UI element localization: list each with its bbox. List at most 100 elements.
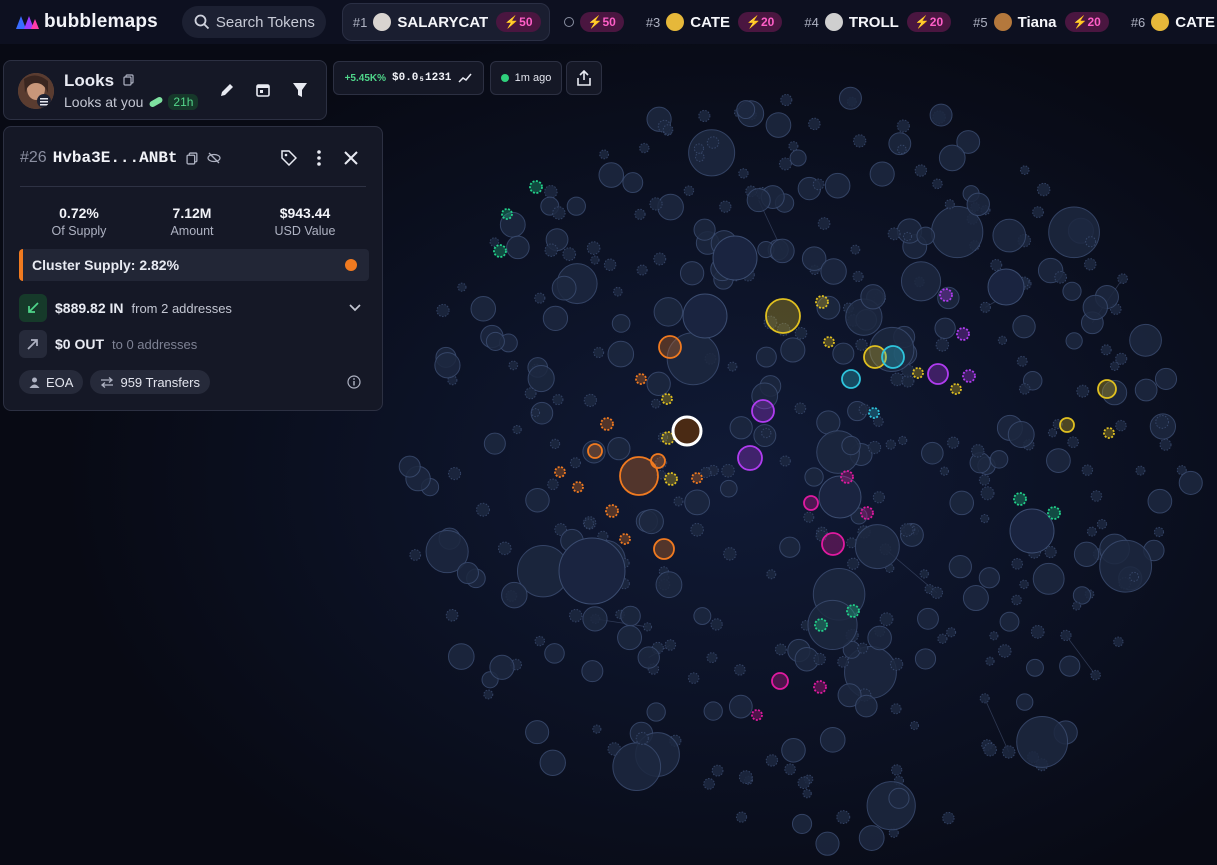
holder-bubble[interactable]	[456, 561, 479, 585]
holder-bubble[interactable]	[1115, 352, 1128, 365]
holder-bubble[interactable]	[1100, 344, 1112, 356]
cluster-bubble[interactable]	[860, 506, 874, 520]
holder-bubble[interactable]	[978, 567, 1000, 589]
holder-bubble[interactable]	[1007, 421, 1035, 448]
holder-bubble[interactable]	[949, 490, 975, 516]
holder-bubble[interactable]	[779, 536, 801, 558]
cluster-bubble[interactable]	[950, 383, 962, 395]
holder-bubble[interactable]	[687, 672, 700, 684]
holder-bubble[interactable]	[531, 408, 541, 418]
holder-bubble[interactable]	[501, 581, 528, 609]
holder-bubble[interactable]	[1115, 419, 1127, 432]
holder-bubble[interactable]	[841, 435, 861, 456]
holder-bubble[interactable]	[774, 643, 787, 656]
holder-bubble[interactable]	[721, 463, 735, 478]
holder-bubble[interactable]	[738, 168, 749, 179]
holder-bubble[interactable]	[603, 258, 617, 271]
holder-bubble[interactable]	[729, 416, 753, 440]
holder-bubble[interactable]	[1016, 716, 1069, 768]
holder-bubble[interactable]	[1065, 332, 1083, 350]
holder-bubble[interactable]	[890, 372, 904, 387]
holder-bubble[interactable]	[1059, 655, 1081, 677]
holder-bubble[interactable]	[900, 261, 942, 302]
selected-wallet-bubble[interactable]	[671, 415, 703, 447]
holder-bubble[interactable]	[794, 326, 808, 340]
holder-bubble[interactable]	[1019, 579, 1029, 590]
holder-bubble[interactable]	[797, 776, 811, 790]
cluster-bubble[interactable]	[765, 298, 801, 334]
holder-bubble[interactable]	[558, 537, 626, 605]
holder-bubble[interactable]	[544, 243, 559, 257]
holder-bubble[interactable]	[1084, 258, 1097, 271]
holder-bubble[interactable]	[765, 112, 792, 138]
cluster-bubble[interactable]	[813, 680, 827, 694]
cluster-bubble[interactable]	[927, 363, 949, 385]
cluster-bubble[interactable]	[956, 327, 970, 341]
holder-bubble[interactable]	[470, 295, 497, 322]
inflow-row[interactable]: $889.82 IN from 2 addresses	[19, 294, 365, 322]
holder-bubble[interactable]	[483, 432, 506, 455]
holder-bubble[interactable]	[929, 103, 953, 127]
holder-bubble[interactable]	[1134, 378, 1158, 402]
holder-bubble[interactable]	[457, 282, 467, 292]
holder-bubble[interactable]	[944, 199, 955, 210]
holder-bubble[interactable]	[921, 441, 944, 465]
holder-bubble[interactable]	[643, 622, 653, 632]
trending-item[interactable]: #5 Tiana ⚡ 20	[963, 4, 1117, 40]
holder-bubble[interactable]	[1026, 658, 1044, 677]
holder-bubble[interactable]	[649, 197, 663, 211]
holder-bubble[interactable]	[1067, 436, 1079, 448]
cluster-bubble[interactable]	[600, 417, 614, 431]
edit-button[interactable]	[216, 79, 238, 101]
holder-bubble[interactable]	[1060, 629, 1072, 642]
cluster-bubble[interactable]	[846, 604, 860, 618]
holder-bubble[interactable]	[593, 347, 605, 359]
holder-bubble[interactable]	[706, 652, 718, 664]
holder-bubble[interactable]	[885, 439, 896, 450]
cluster-bubble[interactable]	[1013, 492, 1027, 506]
holder-bubble[interactable]	[1135, 465, 1146, 476]
holder-bubble[interactable]	[448, 467, 462, 481]
holder-bubble[interactable]	[983, 742, 997, 757]
holder-bubble[interactable]	[791, 813, 813, 835]
holder-bubble[interactable]	[736, 100, 756, 120]
holder-bubble[interactable]	[869, 161, 895, 187]
holder-bubble[interactable]	[1047, 428, 1058, 438]
holder-bubble[interactable]	[693, 607, 712, 626]
holder-bubble[interactable]	[582, 606, 608, 632]
cluster-bubble[interactable]	[664, 472, 678, 486]
boost-badge[interactable]: ⚡ 20	[1064, 12, 1109, 32]
holder-bubble[interactable]	[819, 727, 846, 753]
holder-bubble[interactable]	[934, 317, 956, 339]
holder-bubble[interactable]	[527, 364, 555, 393]
holder-bubble[interactable]	[980, 514, 990, 524]
cluster-bubble[interactable]	[653, 538, 675, 560]
holder-bubble[interactable]	[847, 557, 860, 570]
holder-bubble[interactable]	[549, 438, 561, 449]
holder-bubble[interactable]	[703, 778, 715, 790]
holder-bubble[interactable]	[888, 787, 910, 809]
wallet-address[interactable]: Hvba3E...ANBt	[53, 149, 178, 167]
holder-bubble[interactable]	[836, 810, 851, 825]
holder-bubble[interactable]	[613, 286, 623, 297]
holder-bubble[interactable]	[639, 142, 650, 154]
holder-bubble[interactable]	[852, 270, 864, 283]
holder-bubble[interactable]	[489, 654, 515, 680]
holder-bubble[interactable]	[755, 346, 777, 368]
holder-bubble[interactable]	[815, 831, 840, 856]
holder-bubble[interactable]	[734, 664, 746, 676]
holder-bubble[interactable]	[1048, 206, 1100, 259]
holder-bubble[interactable]	[1178, 470, 1203, 495]
holder-bubble[interactable]	[1072, 601, 1082, 611]
holder-bubble[interactable]	[506, 235, 530, 260]
holder-bubble[interactable]	[636, 264, 648, 276]
holder-bubble[interactable]	[770, 238, 795, 264]
holder-bubble[interactable]	[966, 192, 990, 216]
holder-bubble[interactable]	[542, 305, 569, 331]
holder-bubble[interactable]	[1159, 438, 1172, 451]
holder-bubble[interactable]	[932, 178, 943, 190]
holder-bubble[interactable]	[662, 124, 674, 135]
trending-item[interactable]: #6 CATE	[1121, 4, 1217, 40]
holder-bubble[interactable]	[562, 247, 577, 261]
cluster-bubble[interactable]	[881, 345, 905, 369]
